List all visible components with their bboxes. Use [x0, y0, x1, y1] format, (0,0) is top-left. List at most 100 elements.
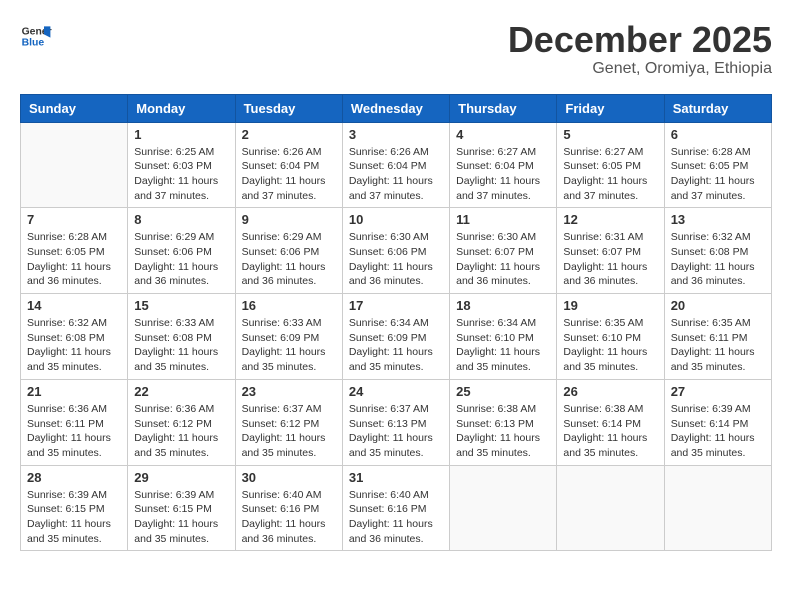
day-info: Sunrise: 6:39 AM Sunset: 6:14 PM Dayligh…	[671, 402, 765, 461]
day-cell: 13Sunrise: 6:32 AM Sunset: 6:08 PM Dayli…	[664, 208, 771, 294]
weekday-header-friday: Friday	[557, 94, 664, 122]
day-cell: 23 Sunrise: 6:37 AM Sunset: 6:12 PM Dayli…	[235, 379, 342, 465]
week-row-1: 1 Sunrise: 6:25 AM Sunset: 6:03 PM Daylig…	[21, 122, 772, 208]
week-row-5: 28 Sunrise: 6:39 AM Sunset: 6:15 PM Dayli…	[21, 465, 772, 551]
day-number: 16	[242, 298, 336, 313]
day-info: Sunrise: 6:36 AM Sunset: 6:12 PM Dayligh…	[134, 402, 228, 461]
day-cell: 20 Sunrise: 6:35 AM Sunset: 6:11 PM Dayli…	[664, 294, 771, 380]
day-info: Sunrise: 6:40 AM Sunset: 6:16 PM Dayligh…	[242, 488, 336, 547]
day-cell: 19Sunrise: 6:35 AM Sunset: 6:10 PM Dayli…	[557, 294, 664, 380]
day-number: 7	[27, 212, 121, 227]
day-info: Sunrise: 6:26 AM Sunset: 6:04 PM Dayligh…	[349, 145, 443, 204]
day-number: 5	[563, 127, 657, 142]
day-number: 31	[349, 470, 443, 485]
day-info: Sunrise: 6:34 AM Sunset: 6:09 PM Dayligh…	[349, 316, 443, 375]
day-number: 23	[242, 384, 336, 399]
weekday-header-row: SundayMondayTuesdayWednesdayThursdayFrid…	[21, 94, 772, 122]
weekday-header-wednesday: Wednesday	[342, 94, 449, 122]
day-cell: 24 Sunrise: 6:37 AM Sunset: 6:13 PM Dayli…	[342, 379, 449, 465]
day-cell: 17 Sunrise: 6:34 AM Sunset: 6:09 PM Dayli…	[342, 294, 449, 380]
day-info: Sunrise: 6:25 AM Sunset: 6:03 PM Dayligh…	[134, 145, 228, 204]
day-cell: 9 Sunrise: 6:29 AM Sunset: 6:06 PM Daylig…	[235, 208, 342, 294]
day-number: 11	[456, 212, 550, 227]
day-info: Sunrise: 6:39 AM Sunset: 6:15 PM Dayligh…	[134, 488, 228, 547]
day-info: Sunrise: 6:32 AM Sunset: 6:08 PM Dayligh…	[27, 316, 121, 375]
day-cell: 7 Sunrise: 6:28 AM Sunset: 6:05 PM Daylig…	[21, 208, 128, 294]
week-row-3: 14Sunrise: 6:32 AM Sunset: 6:08 PM Dayli…	[21, 294, 772, 380]
day-number: 21	[27, 384, 121, 399]
weekday-header-thursday: Thursday	[450, 94, 557, 122]
day-info: Sunrise: 6:39 AM Sunset: 6:15 PM Dayligh…	[27, 488, 121, 547]
calendar-table: SundayMondayTuesdayWednesdayThursdayFrid…	[20, 94, 772, 552]
svg-text:Blue: Blue	[22, 38, 45, 49]
day-number: 9	[242, 212, 336, 227]
day-info: Sunrise: 6:38 AM Sunset: 6:14 PM Dayligh…	[563, 402, 657, 461]
day-number: 25	[456, 384, 550, 399]
day-info: Sunrise: 6:36 AM Sunset: 6:11 PM Dayligh…	[27, 402, 121, 461]
day-number: 19	[563, 298, 657, 313]
day-info: Sunrise: 6:29 AM Sunset: 6:06 PM Dayligh…	[242, 230, 336, 289]
day-number: 29	[134, 470, 228, 485]
day-info: Sunrise: 6:33 AM Sunset: 6:09 PM Dayligh…	[242, 316, 336, 375]
day-info: Sunrise: 6:37 AM Sunset: 6:13 PM Dayligh…	[349, 402, 443, 461]
day-number: 28	[27, 470, 121, 485]
day-number: 6	[671, 127, 765, 142]
day-cell: 12 Sunrise: 6:31 AM Sunset: 6:07 PM Dayli…	[557, 208, 664, 294]
day-info: Sunrise: 6:31 AM Sunset: 6:07 PM Dayligh…	[563, 230, 657, 289]
month-title: December 2025	[508, 20, 772, 60]
day-cell: 11 Sunrise: 6:30 AM Sunset: 6:07 PM Dayli…	[450, 208, 557, 294]
day-number: 24	[349, 384, 443, 399]
day-cell: 6 Sunrise: 6:28 AM Sunset: 6:05 PM Daylig…	[664, 122, 771, 208]
day-number: 3	[349, 127, 443, 142]
day-cell: 10 Sunrise: 6:30 AM Sunset: 6:06 PM Dayli…	[342, 208, 449, 294]
weekday-header-monday: Monday	[128, 94, 235, 122]
day-number: 26	[563, 384, 657, 399]
day-cell: 25 Sunrise: 6:38 AM Sunset: 6:13 PM Dayli…	[450, 379, 557, 465]
day-info: Sunrise: 6:35 AM Sunset: 6:11 PM Dayligh…	[671, 316, 765, 375]
day-number: 20	[671, 298, 765, 313]
weekday-header-saturday: Saturday	[664, 94, 771, 122]
page-header: General Blue December 2025 Genet, Oromiy…	[20, 20, 772, 78]
day-cell: 1 Sunrise: 6:25 AM Sunset: 6:03 PM Daylig…	[128, 122, 235, 208]
day-number: 27	[671, 384, 765, 399]
day-info: Sunrise: 6:30 AM Sunset: 6:07 PM Dayligh…	[456, 230, 550, 289]
weekday-header-sunday: Sunday	[21, 94, 128, 122]
location-subtitle: Genet, Oromiya, Ethiopia	[508, 60, 772, 78]
day-cell: 21 Sunrise: 6:36 AM Sunset: 6:11 PM Dayli…	[21, 379, 128, 465]
day-number: 15	[134, 298, 228, 313]
day-number: 2	[242, 127, 336, 142]
day-info: Sunrise: 6:27 AM Sunset: 6:04 PM Dayligh…	[456, 145, 550, 204]
day-cell: 3 Sunrise: 6:26 AM Sunset: 6:04 PM Daylig…	[342, 122, 449, 208]
day-number: 22	[134, 384, 228, 399]
day-number: 18	[456, 298, 550, 313]
day-info: Sunrise: 6:29 AM Sunset: 6:06 PM Dayligh…	[134, 230, 228, 289]
week-row-2: 7 Sunrise: 6:28 AM Sunset: 6:05 PM Daylig…	[21, 208, 772, 294]
day-cell: 30Sunrise: 6:40 AM Sunset: 6:16 PM Dayli…	[235, 465, 342, 551]
day-cell	[450, 465, 557, 551]
day-number: 4	[456, 127, 550, 142]
day-number: 17	[349, 298, 443, 313]
day-info: Sunrise: 6:30 AM Sunset: 6:06 PM Dayligh…	[349, 230, 443, 289]
day-cell: 15Sunrise: 6:33 AM Sunset: 6:08 PM Dayli…	[128, 294, 235, 380]
day-cell: 2Sunrise: 6:26 AM Sunset: 6:04 PM Daylig…	[235, 122, 342, 208]
day-info: Sunrise: 6:38 AM Sunset: 6:13 PM Dayligh…	[456, 402, 550, 461]
day-number: 10	[349, 212, 443, 227]
day-number: 8	[134, 212, 228, 227]
day-number: 1	[134, 127, 228, 142]
logo-icon: General Blue	[20, 20, 52, 52]
day-info: Sunrise: 6:32 AM Sunset: 6:08 PM Dayligh…	[671, 230, 765, 289]
day-cell: 29 Sunrise: 6:39 AM Sunset: 6:15 PM Dayli…	[128, 465, 235, 551]
day-info: Sunrise: 6:28 AM Sunset: 6:05 PM Dayligh…	[27, 230, 121, 289]
day-cell	[21, 122, 128, 208]
week-row-4: 21 Sunrise: 6:36 AM Sunset: 6:11 PM Dayli…	[21, 379, 772, 465]
day-number: 12	[563, 212, 657, 227]
day-cell	[664, 465, 771, 551]
day-info: Sunrise: 6:28 AM Sunset: 6:05 PM Dayligh…	[671, 145, 765, 204]
day-cell: 16 Sunrise: 6:33 AM Sunset: 6:09 PM Dayli…	[235, 294, 342, 380]
day-info: Sunrise: 6:37 AM Sunset: 6:12 PM Dayligh…	[242, 402, 336, 461]
day-cell: 28 Sunrise: 6:39 AM Sunset: 6:15 PM Dayli…	[21, 465, 128, 551]
day-cell: 26 Sunrise: 6:38 AM Sunset: 6:14 PM Dayli…	[557, 379, 664, 465]
day-info: Sunrise: 6:40 AM Sunset: 6:16 PM Dayligh…	[349, 488, 443, 547]
logo: General Blue	[20, 20, 52, 52]
day-cell: 22 Sunrise: 6:36 AM Sunset: 6:12 PM Dayli…	[128, 379, 235, 465]
